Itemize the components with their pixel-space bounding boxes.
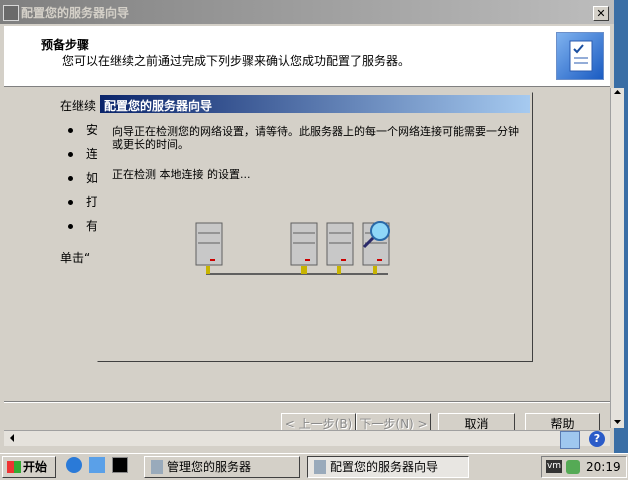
dialog-titlebar[interactable]: 配置您的服务器向导: [100, 95, 530, 113]
explorer-icon[interactable]: [89, 457, 105, 473]
vertical-scrollbar[interactable]: [610, 88, 624, 428]
wizard-titlebar[interactable]: 配置您的服务器向导 ✕: [0, 0, 614, 24]
task-label: 配置您的服务器向导: [330, 460, 439, 474]
wizard-header: 预备步骤 您可以在继续之前通过完成下列步骤来确认您成功配置了服务器。: [4, 26, 610, 87]
server-icon: [195, 222, 223, 266]
ie-icon[interactable]: [66, 457, 82, 473]
close-icon: ✕: [596, 7, 606, 20]
server-icon: [290, 222, 318, 266]
bullet-item: 如: [60, 166, 98, 190]
vmware-icon[interactable]: vm: [546, 460, 562, 473]
dialog-message: 向导正在检测您的网络设置，请等待。此服务器上的每一个网络连接可能需要一分钟或更长…: [112, 125, 519, 151]
start-label: 开始: [23, 460, 48, 474]
dialog-title: 配置您的服务器向导: [104, 99, 213, 113]
wizard-body: 在继续 安 连 如 打 有 单击“: [60, 94, 98, 270]
header-subtitle: 您可以在继续之前通过完成下列步骤来确认您成功配置了服务器。: [62, 54, 411, 68]
bullet-item: 连: [60, 142, 98, 166]
body-intro: 在继续: [60, 99, 97, 113]
server-icon: [326, 222, 354, 266]
progress-dialog: 配置您的服务器向导 向导正在检测您的网络设置，请等待。此服务器上的每一个网络连接…: [97, 92, 533, 362]
help-icon[interactable]: ?: [589, 431, 605, 447]
bullet-item: 安: [60, 118, 98, 142]
task-manage-server[interactable]: 管理您的服务器: [144, 456, 300, 478]
clock[interactable]: 20:19: [586, 460, 621, 474]
task-configure-wizard[interactable]: 配置您的服务器向导: [307, 456, 469, 478]
horizontal-scrollbar[interactable]: [4, 430, 610, 446]
system-tray: vm 20:19: [541, 456, 627, 478]
body-click-text: 单击“: [60, 251, 91, 265]
separator: [4, 401, 610, 403]
taskbar: 开始 管理您的服务器 配置您的服务器向导 vm 20:19: [0, 453, 628, 480]
bullet-item: 打: [60, 190, 98, 214]
close-button[interactable]: ✕: [593, 6, 609, 21]
cmd-icon[interactable]: [112, 457, 128, 473]
windows-logo-icon: [7, 461, 21, 473]
network-scan-animation: [195, 221, 390, 275]
network-icon[interactable]: [566, 460, 580, 474]
server-app-icon: [314, 460, 326, 474]
network-tray-icon[interactable]: [560, 431, 580, 449]
checklist-icon: [556, 32, 604, 80]
start-button[interactable]: 开始: [2, 456, 56, 478]
wizard-app-icon: [3, 5, 19, 21]
server-app-icon: [151, 460, 163, 474]
task-label: 管理您的服务器: [167, 460, 252, 474]
header-title: 预备步骤: [41, 38, 90, 52]
dialog-status: 正在检测 本地连接 的设置...: [112, 168, 251, 181]
wizard-title: 配置您的服务器向导: [21, 6, 130, 20]
bullet-item: 有: [60, 214, 98, 238]
